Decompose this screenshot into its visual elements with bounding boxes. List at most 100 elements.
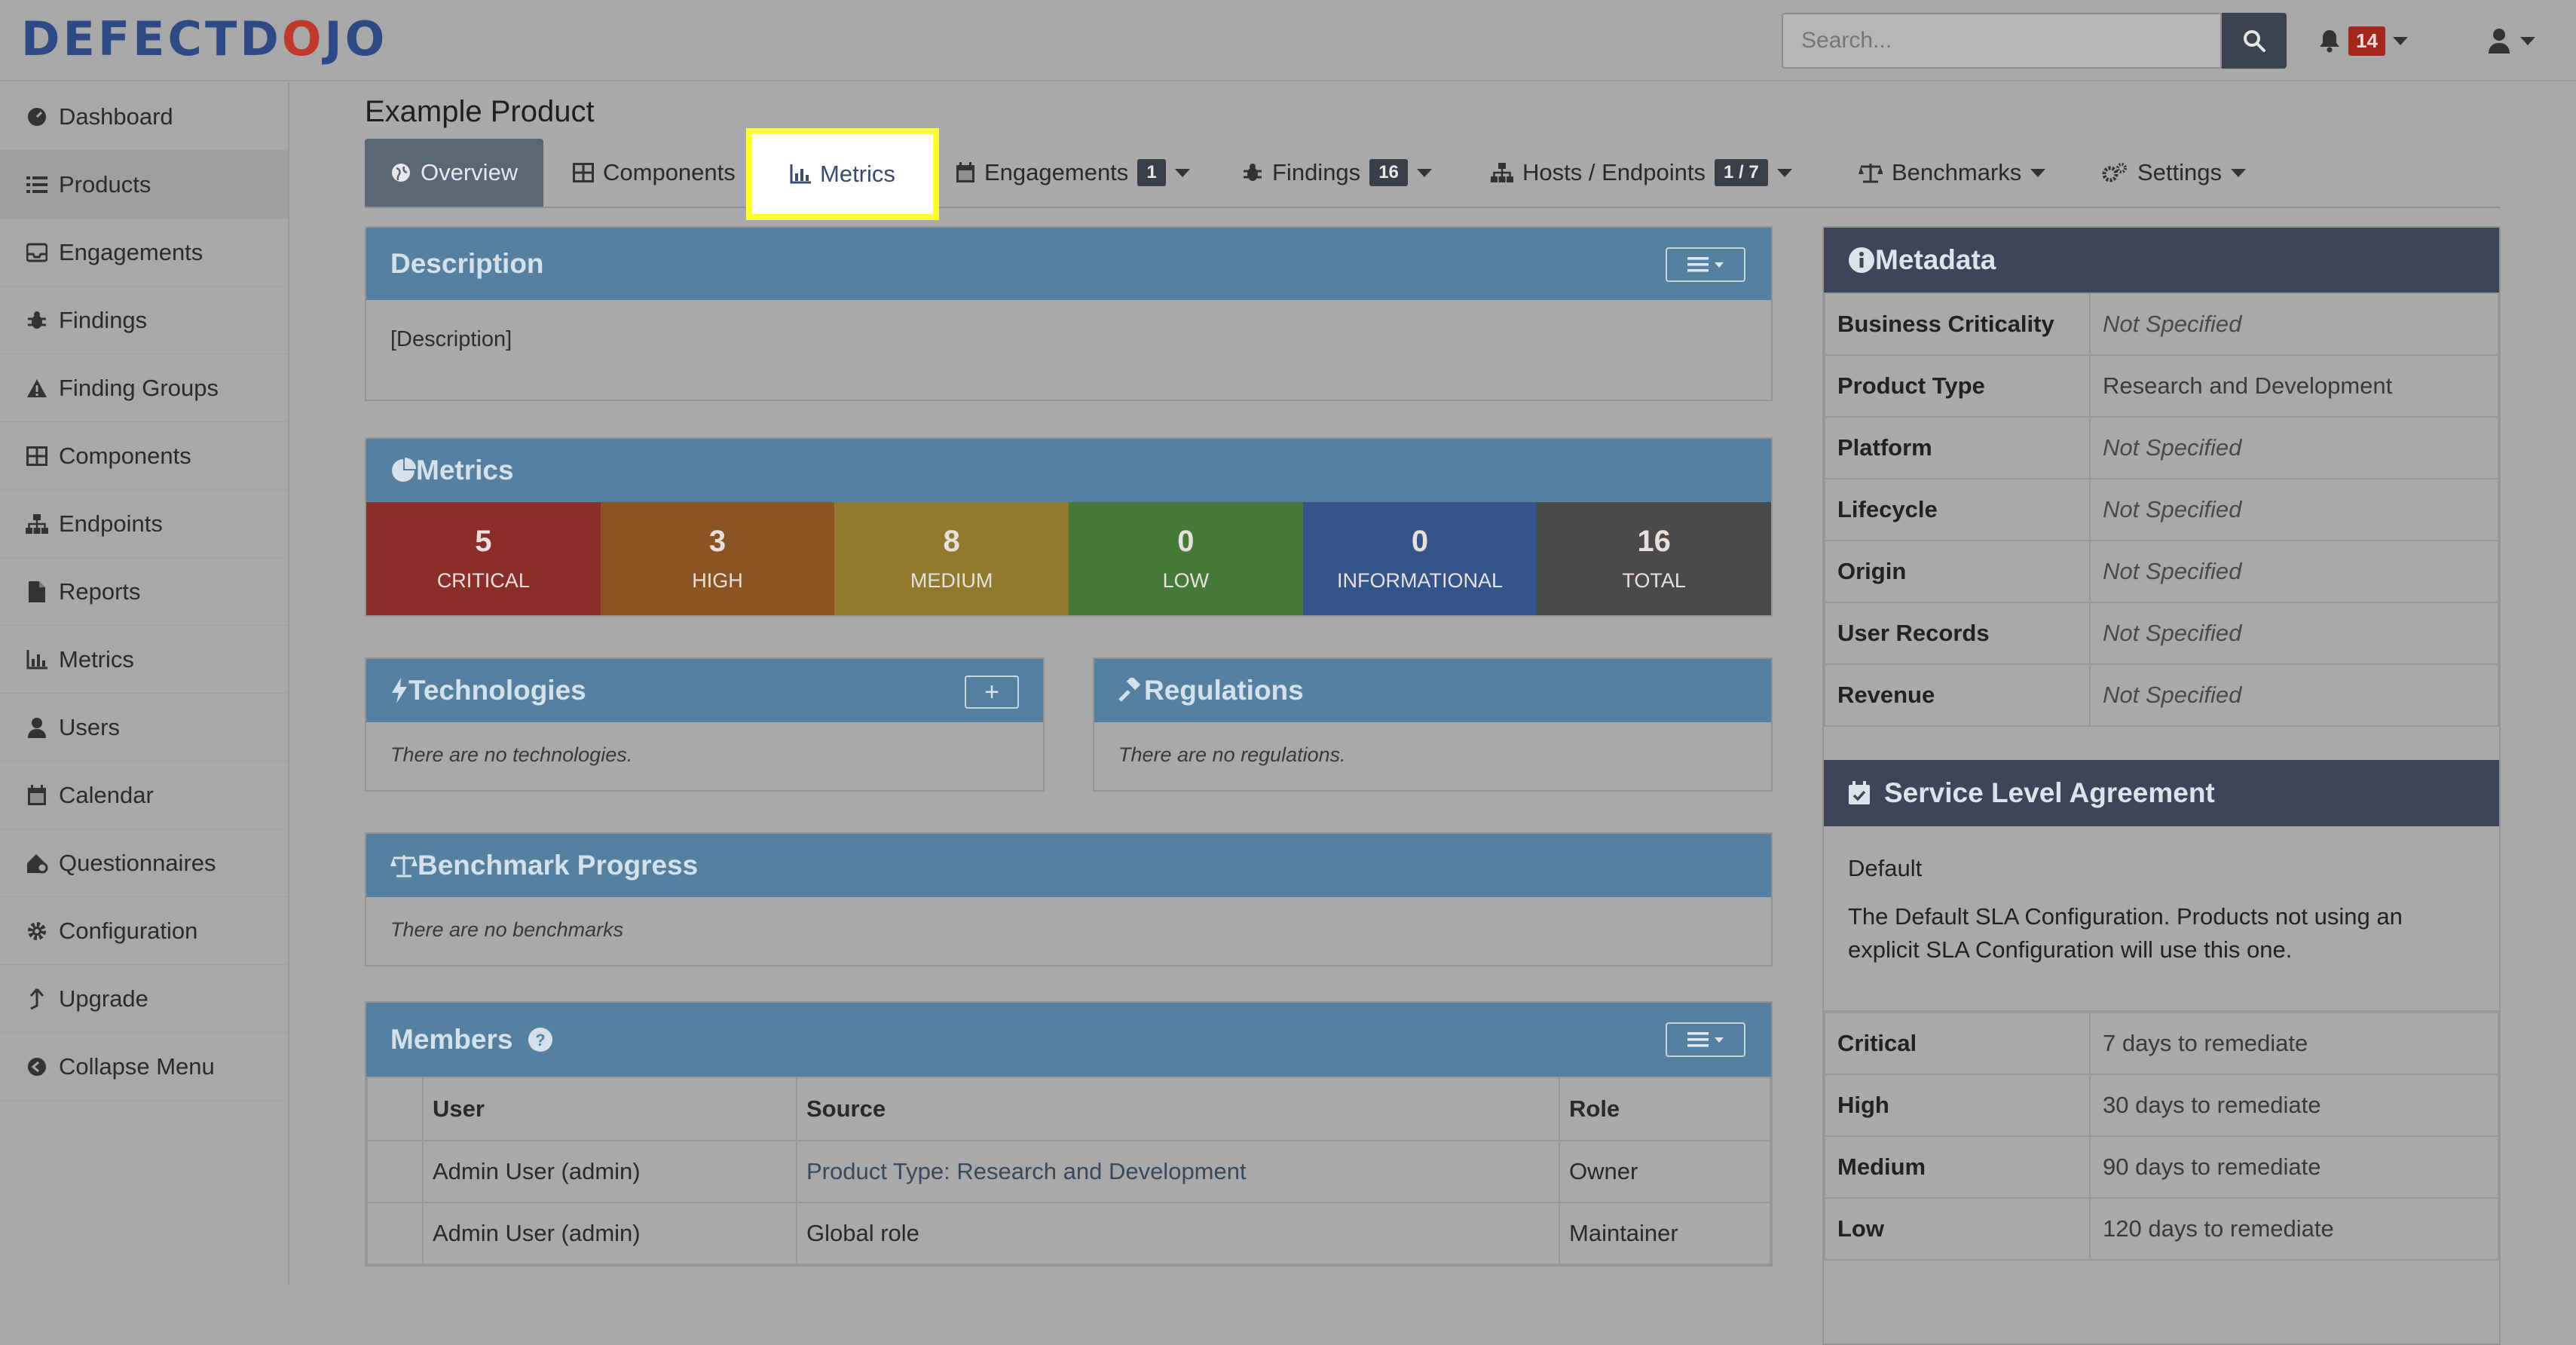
sla-value: 30 days to remediate <box>2089 1074 2499 1137</box>
severity-informational[interactable]: 0 INFORMATIONAL <box>1302 502 1537 615</box>
chart-icon <box>26 648 48 671</box>
metadata-value: Not Specified <box>2089 416 2499 479</box>
tab-hosts-label: Hosts / Endpoints <box>1522 159 1706 185</box>
regulations-panel: Regulations There are no regulations. <box>1093 657 1773 792</box>
member-user: Admin User (admin) <box>422 1202 797 1265</box>
sidebar-item-label: Questionnaires <box>59 849 216 876</box>
benchmark-empty: There are no benchmarks <box>390 918 624 941</box>
search-button[interactable] <box>2222 13 2287 69</box>
description-header: Description <box>366 228 1771 300</box>
sidebar-item-label: Dashboard <box>59 103 173 130</box>
severity-medium[interactable]: 8 MEDIUM <box>834 502 1069 615</box>
tab-settings[interactable]: Settings <box>2101 139 2247 207</box>
table-header-row: User Source Role <box>366 1077 1771 1141</box>
gavel-icon <box>1118 678 1141 702</box>
chevron-down-icon <box>2231 168 2247 177</box>
sidebar-item-engagements[interactable]: Engagements <box>0 219 288 286</box>
sidebar-item-questionnaires[interactable]: Questionnaires <box>0 829 288 897</box>
metadata-value: Research and Development <box>2089 354 2499 418</box>
member-source-link[interactable]: Product Type: Research and Development <box>796 1140 1560 1203</box>
tab-overview[interactable]: Overview <box>365 139 544 207</box>
defectdojo-logo[interactable]: DEFECTDOJO <box>21 16 387 63</box>
sidebar-item-metrics[interactable]: Metrics <box>0 626 288 694</box>
sidebar-item-calendar[interactable]: Calendar <box>0 761 288 829</box>
regulations-header: Regulations <box>1094 659 1771 722</box>
sidebar: Dashboard Products Engagements Findings … <box>0 83 289 1285</box>
questionnaire-icon <box>26 852 48 875</box>
tab-findings[interactable]: Findings 16 <box>1242 139 1432 207</box>
members-panel: Members ? User Source Role Admin User (a… <box>365 1001 1773 1267</box>
alerts-menu[interactable]: 14 <box>2318 23 2408 59</box>
technologies-header: Technologies + <box>366 659 1043 722</box>
sitemap-icon <box>26 513 48 535</box>
severity-count: 16 <box>1637 525 1671 558</box>
sla-table: Critical 7 days to remediate High 30 days … <box>1824 1012 2499 1261</box>
member-source: Global role <box>796 1202 1560 1265</box>
metadata-key: User Records <box>1824 602 2091 665</box>
severity-critical[interactable]: 5 CRITICAL <box>366 502 601 615</box>
sidebar-item-endpoints[interactable]: Endpoints <box>0 490 288 558</box>
severity-high[interactable]: 3 HIGH <box>600 502 835 615</box>
chevron-down-icon <box>2520 36 2535 45</box>
table-row: Low 120 days to remediate <box>1824 1197 2499 1261</box>
tab-findings-label: Findings <box>1272 159 1361 185</box>
sla-key: High <box>1824 1074 2091 1137</box>
severity-label: HIGH <box>692 569 743 592</box>
dashboard-icon <box>26 106 48 128</box>
sidebar-item-configuration[interactable]: Configuration <box>0 897 288 965</box>
description-menu-button[interactable] <box>1666 247 1745 282</box>
sidebar-item-reports[interactable]: Reports <box>0 558 288 626</box>
tab-settings-label: Settings <box>2137 159 2223 185</box>
severity-label: MEDIUM <box>910 569 993 592</box>
tab-components[interactable]: Components <box>573 139 736 207</box>
hosts-count-badge: 1 / 7 <box>1714 159 1768 186</box>
svg-text:?: ? <box>536 1031 546 1049</box>
metadata-value: Not Specified <box>2089 602 2499 665</box>
sidebar-item-upgrade[interactable]: Upgrade <box>0 965 288 1033</box>
sidebar-item-findings[interactable]: Findings <box>0 286 288 354</box>
bug-icon <box>1244 164 1262 181</box>
tab-engagements[interactable]: Engagements 1 <box>956 139 1190 207</box>
search-input[interactable] <box>1782 13 2222 69</box>
severity-low[interactable]: 0 LOW <box>1069 502 1303 615</box>
member-role: Owner <box>1559 1140 1771 1203</box>
table-row: Admin User (admin) Product Type: Researc… <box>366 1140 1771 1203</box>
sidebar-item-finding-groups[interactable]: Finding Groups <box>0 354 288 422</box>
help-icon[interactable]: ? <box>528 1027 553 1052</box>
table-row: Origin Not Specified <box>1824 540 2499 603</box>
sidebar-item-label: Findings <box>59 306 148 333</box>
pie-chart-icon <box>392 458 416 482</box>
row-actions-cell[interactable] <box>366 1202 424 1265</box>
regulations-empty: There are no regulations. <box>1118 743 1346 766</box>
metrics-header: Metrics <box>366 439 1771 502</box>
description-panel: Description [Description] <box>365 226 1773 401</box>
metadata-key: Product Type <box>1824 354 2091 418</box>
row-actions-cell[interactable] <box>366 1140 424 1203</box>
metadata-key: Platform <box>1824 416 2091 479</box>
sidebar-item-collapse-menu[interactable]: Collapse Menu <box>0 1033 288 1101</box>
member-user: Admin User (admin) <box>422 1140 797 1203</box>
calendar-check-icon <box>1849 781 1870 804</box>
tab-metrics[interactable]: Metrics <box>746 128 939 220</box>
sla-value: 90 days to remediate <box>2089 1135 2499 1199</box>
sidebar-item-components[interactable]: Components <box>0 422 288 490</box>
user-menu[interactable] <box>2487 23 2535 59</box>
column-header-user: User <box>422 1077 797 1141</box>
tab-engagements-label: Engagements <box>984 159 1129 185</box>
tab-benchmarks[interactable]: Benchmarks <box>1859 139 2046 207</box>
tab-metrics-label: Metrics <box>820 161 895 187</box>
table-row: Medium 90 days to remediate <box>1824 1135 2499 1199</box>
sidebar-item-label: Finding Groups <box>59 374 219 401</box>
sla-key: Low <box>1824 1197 2091 1261</box>
chevron-down-icon <box>1416 168 1432 177</box>
sidebar-item-users[interactable]: Users <box>0 694 288 761</box>
add-technology-button[interactable]: + <box>965 676 1019 709</box>
members-menu-button[interactable] <box>1666 1022 1745 1057</box>
severity-total[interactable]: 16 TOTAL <box>1537 502 1772 615</box>
metadata-table: Business Criticality Not Specified Produc… <box>1824 293 2499 727</box>
metrics-title: Metrics <box>416 455 514 486</box>
tab-hosts-endpoints[interactable]: Hosts / Endpoints 1 / 7 <box>1491 139 1792 207</box>
sidebar-item-products[interactable]: Products <box>0 151 288 219</box>
sidebar-item-dashboard[interactable]: Dashboard <box>0 83 288 151</box>
severity-count: 0 <box>1177 525 1195 558</box>
